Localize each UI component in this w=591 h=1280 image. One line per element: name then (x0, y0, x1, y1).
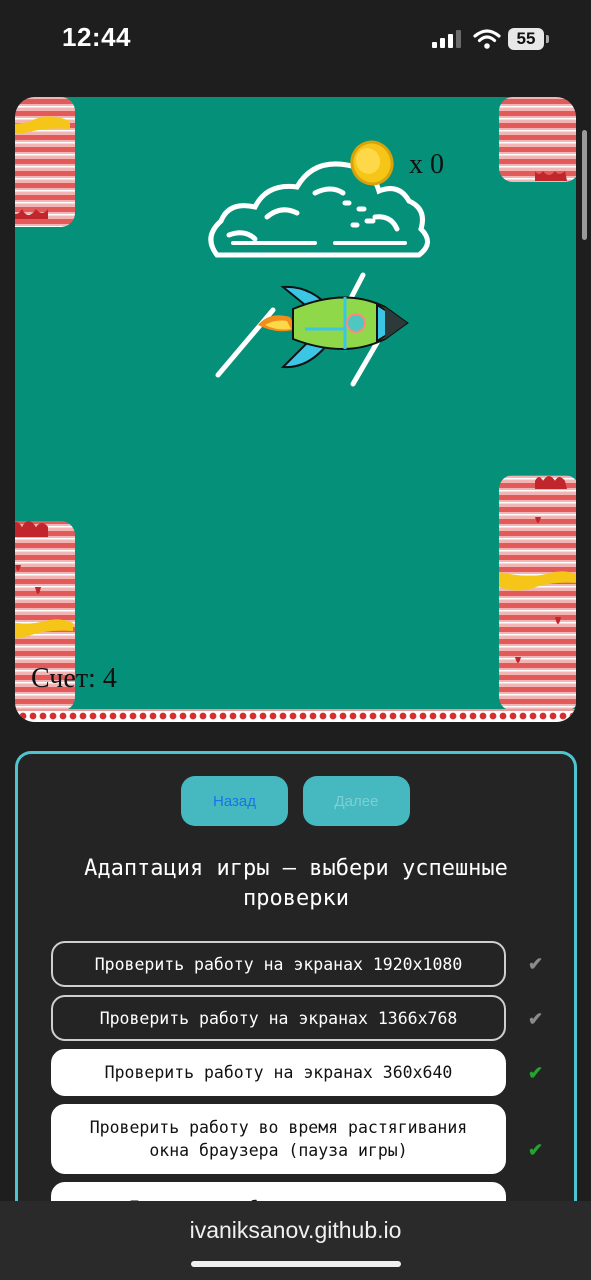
ground-dot (359, 712, 367, 720)
ground-dot (129, 712, 137, 720)
ground-dot (349, 712, 357, 720)
ground-dot (469, 712, 477, 720)
ground-dot (99, 712, 107, 720)
cloud-icon (208, 161, 430, 258)
status-bar: 12:44 55 (0, 0, 591, 80)
check-icon: ✔ (528, 1009, 544, 1029)
check-icon: ✔ (528, 954, 544, 974)
clock: 12:44 (62, 22, 131, 52)
coin-icon (350, 140, 394, 186)
ground-dot (449, 712, 457, 720)
score-label: Счет: 4 (31, 663, 117, 694)
pancake-stack-top-left (15, 97, 75, 227)
ground-dot (249, 712, 257, 720)
option-1920x1080[interactable]: Проверить работу на экранах 1920x1080 (51, 941, 506, 987)
ground-dot (79, 712, 87, 720)
ground-dot (39, 712, 47, 720)
option-label: Проверить работу на экранах 1366x768 (99, 1008, 458, 1028)
pancake-stack-bottom-right (499, 475, 576, 711)
ground-dot (229, 712, 237, 720)
ground-dot (109, 712, 117, 720)
ground-dot (19, 712, 27, 720)
page-scrollbar[interactable] (582, 130, 587, 240)
ground-dot (59, 712, 67, 720)
ground-dot (289, 712, 297, 720)
ground-dot (379, 712, 387, 720)
quiz-panel: Назад Далее Адаптация игры – выбери успе… (15, 751, 577, 1242)
rocket-player (258, 285, 409, 369)
ground-dot (279, 712, 287, 720)
back-button[interactable]: Назад (181, 776, 288, 826)
wifi-icon (473, 29, 501, 49)
ground-dot (409, 712, 417, 720)
pancake-stack-top-right (499, 97, 576, 182)
coin-counter: x 0 (409, 149, 444, 180)
ground-dot (219, 712, 227, 720)
option-360x640[interactable]: Проверить работу на экранах 360x640 (51, 1049, 506, 1096)
option-label: Проверить работу во время растягивания о… (89, 1118, 468, 1160)
ground-dot (269, 712, 277, 720)
ground-dot (459, 712, 467, 720)
ground-strip (15, 709, 576, 722)
ground-dot (159, 712, 167, 720)
ground-dot (509, 712, 517, 720)
ground-dot (169, 712, 177, 720)
ground-dot (399, 712, 407, 720)
check-icon: ✔ (528, 1063, 544, 1083)
ground-dot (319, 712, 327, 720)
ground-dot (139, 712, 147, 720)
ground-dot (539, 712, 547, 720)
quiz-title: Адаптация игры – выбери успешные проверк… (84, 856, 508, 911)
home-indicator[interactable] (191, 1261, 401, 1267)
ground-dot (259, 712, 267, 720)
game-canvas[interactable]: x 0 Счет: 4 (15, 97, 576, 722)
browser-url-bar[interactable]: ivaniksanov.github.io (0, 1201, 591, 1280)
ground-dot (329, 712, 337, 720)
ground-dot (179, 712, 187, 720)
ground-dot (499, 712, 507, 720)
cellular-signal-icon (432, 30, 461, 48)
ground-dot (369, 712, 377, 720)
ground-dot (209, 712, 217, 720)
battery-level: 55 (516, 29, 536, 48)
ground-dot (549, 712, 557, 720)
ground-dot (439, 712, 447, 720)
ground-dot (189, 712, 197, 720)
ground-dot (239, 712, 247, 720)
ground-dot (309, 712, 317, 720)
battery-icon: 55 (508, 28, 550, 50)
ground-dot (389, 712, 397, 720)
ground-dot (119, 712, 127, 720)
ground-dot (69, 712, 77, 720)
ground-dot (419, 712, 427, 720)
option-browser-resize[interactable]: Проверить работу во время растягивания о… (51, 1104, 506, 1174)
url-text: ivaniksanov.github.io (189, 1217, 402, 1243)
option-label: Проверить работу на экранах 360x640 (104, 1063, 453, 1082)
ground-dot (519, 712, 527, 720)
ground-dot (429, 712, 437, 720)
ground-dot (529, 712, 537, 720)
ground-dot (339, 712, 347, 720)
next-button[interactable]: Далее (303, 776, 410, 826)
ground-dot (49, 712, 57, 720)
ground-dot (89, 712, 97, 720)
game-scene (15, 97, 576, 711)
ground-dot (559, 712, 567, 720)
ground-dot (479, 712, 487, 720)
ground-dot (199, 712, 207, 720)
ground-dot (489, 712, 497, 720)
ground-dot (299, 712, 307, 720)
ground-dot (29, 712, 37, 720)
option-label: Проверить работу на экранах 1920x1080 (94, 954, 463, 974)
ground-dot (149, 712, 157, 720)
option-1366x768[interactable]: Проверить работу на экранах 1366x768 (51, 995, 506, 1041)
check-icon: ✔ (528, 1140, 544, 1160)
